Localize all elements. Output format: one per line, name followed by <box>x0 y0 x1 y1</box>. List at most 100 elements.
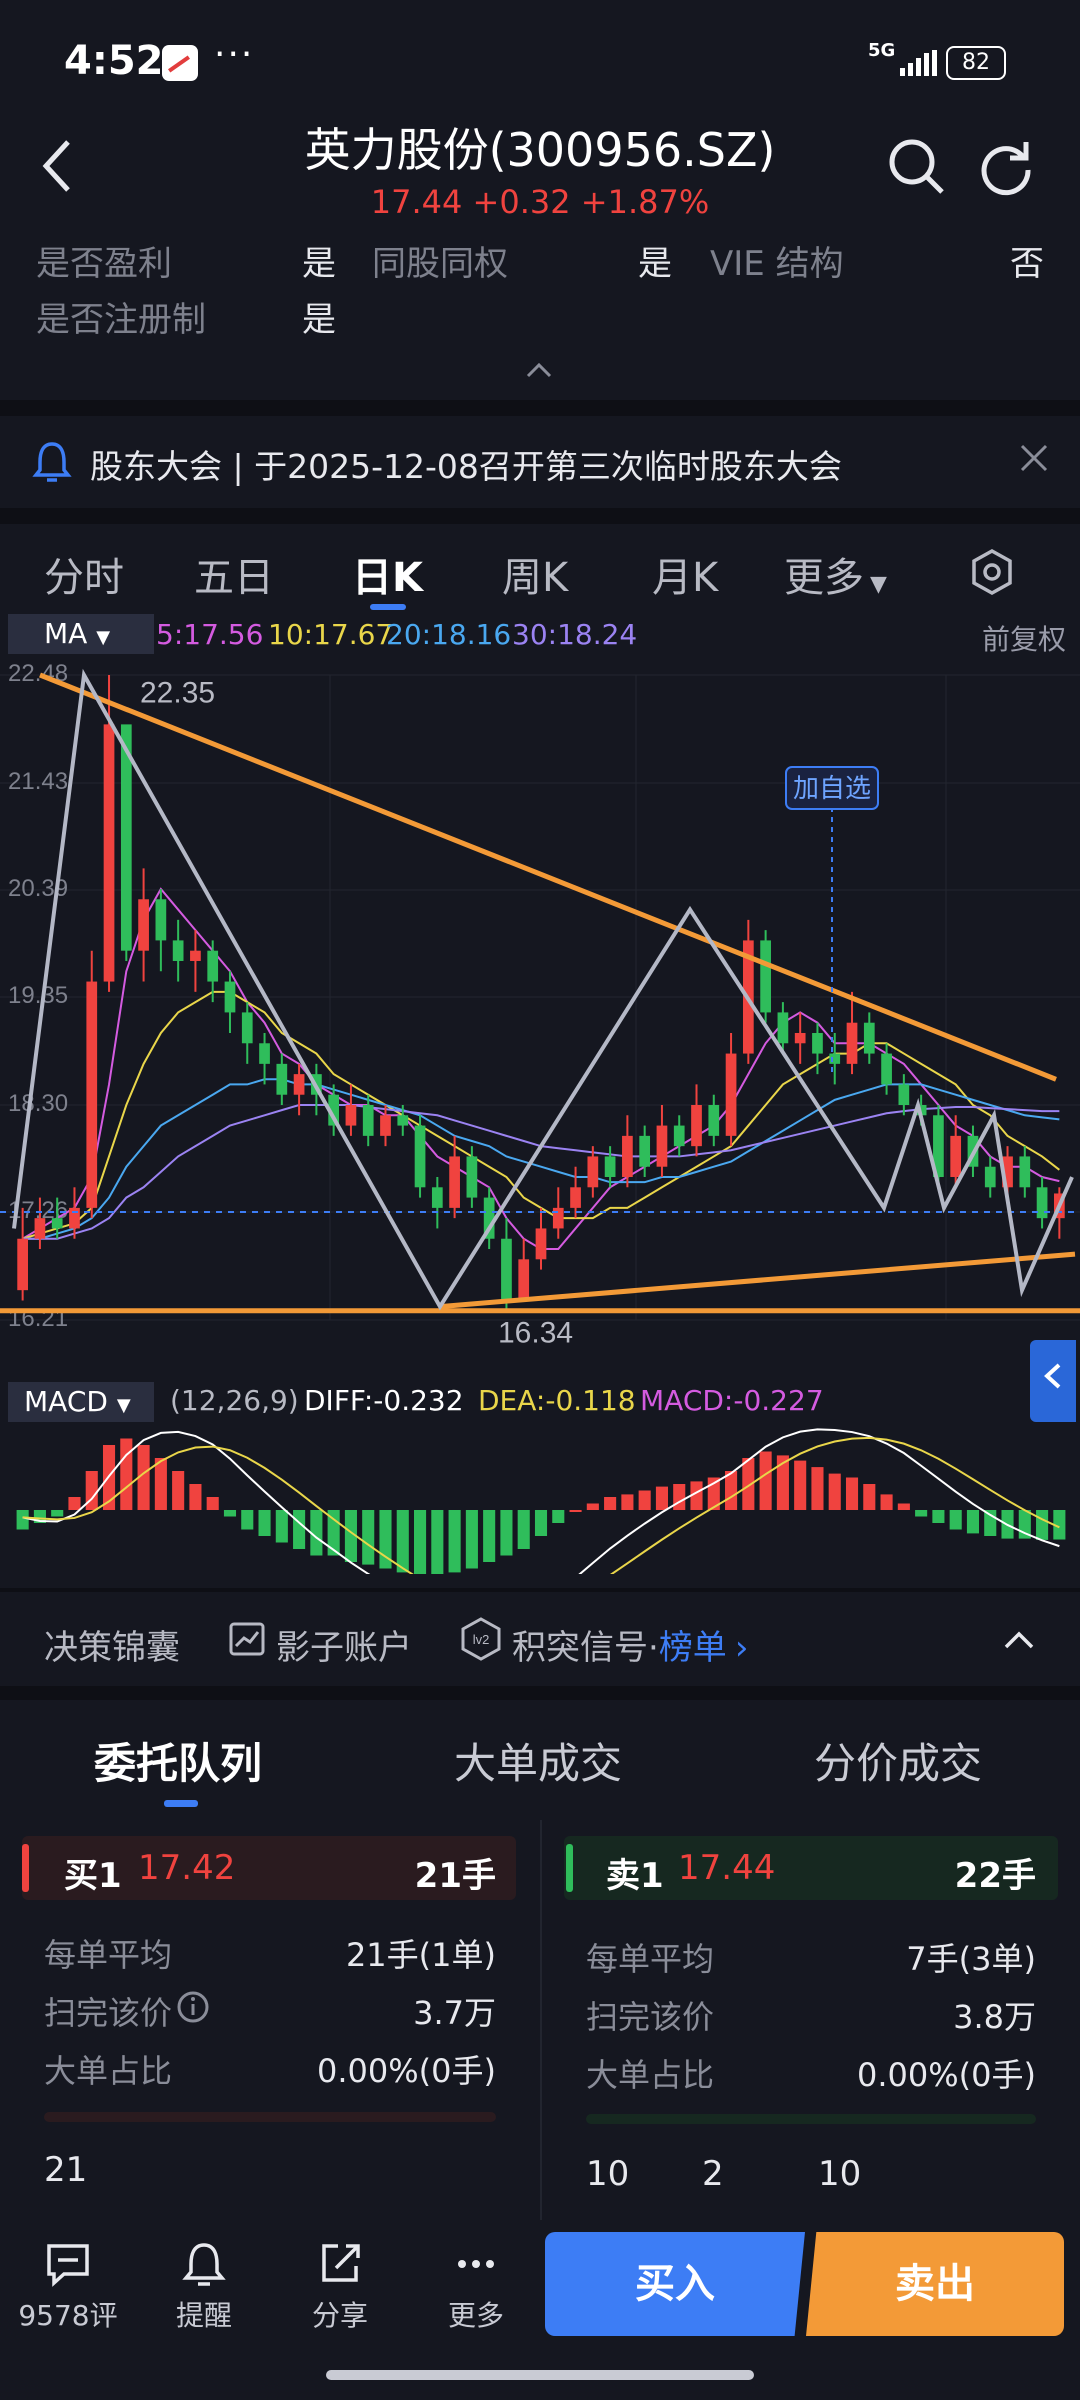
bid-label: 买1 <box>64 1856 122 1896</box>
candle-body <box>846 1022 858 1064</box>
candle-body <box>414 1125 426 1188</box>
tab-order-queue[interactable]: 委托队列 <box>94 1730 262 1791</box>
divider <box>0 1588 1080 1592</box>
tab-day-k[interactable]: 日K <box>352 545 423 603</box>
macd-bar <box>51 1510 64 1517</box>
macd-label: MACD <box>24 1385 108 1418</box>
ma-label: MA <box>44 617 88 650</box>
candle-body <box>829 1053 841 1064</box>
row-value: 0.00%(0手) <box>317 2052 496 2090</box>
macd-bar <box>223 1510 237 1517</box>
tab-underline <box>370 604 406 610</box>
candle-body <box>241 1012 253 1044</box>
candlestick-chart[interactable]: 22.4821.4320.3919.3518.3017.2616.212025-… <box>0 655 1080 1345</box>
macd-bar <box>483 1510 496 1562</box>
macd-bar <box>241 1510 254 1530</box>
candle-body <box>431 1187 443 1208</box>
chevron-up-icon[interactable] <box>524 360 554 380</box>
macd-selector[interactable]: MACD ▼ <box>8 1382 154 1422</box>
tab-month-k[interactable]: 月K <box>652 545 718 603</box>
y-tick-label: 21.43 <box>8 768 68 795</box>
candle-body <box>881 1053 892 1085</box>
chevron-up-icon[interactable] <box>1002 1630 1036 1650</box>
y-tick-label: 18.30 <box>8 1090 68 1117</box>
row-label: 大单占比 <box>586 2056 715 2094</box>
more-label[interactable]: 更多 <box>416 2294 536 2334</box>
candle-body <box>708 1105 720 1136</box>
lv2-icon: lv2 <box>461 1617 501 1661</box>
candle-body <box>172 940 184 961</box>
info-icon[interactable] <box>176 1990 210 2024</box>
search-icon[interactable] <box>886 136 946 196</box>
info-label: 是否盈利 <box>36 244 172 284</box>
candle-body <box>535 1228 547 1260</box>
macd-bar <box>655 1486 668 1510</box>
row-value: 7手(3单) <box>906 1940 1036 1978</box>
macd-bar <box>431 1510 444 1574</box>
candle-body <box>224 981 236 1013</box>
macd-bar <box>915 1510 928 1517</box>
settings-icon[interactable] <box>968 548 1016 596</box>
alert-label[interactable]: 提醒 <box>144 2294 264 2334</box>
info-label: VIE 结构 <box>710 244 844 284</box>
ma5-value: 5:17.56 <box>156 618 264 651</box>
svg-text:lv2: lv2 <box>473 1632 490 1647</box>
macd-bar <box>414 1510 427 1574</box>
share-icon[interactable] <box>316 2240 364 2288</box>
macd-bar <box>811 1467 824 1510</box>
high-price-label: 22.35 <box>140 676 215 709</box>
bell-icon[interactable] <box>180 2240 228 2288</box>
add-watchlist-label: 加自选 <box>793 773 871 803</box>
ma20-value: 20:18.16 <box>386 618 512 651</box>
ma-selector[interactable]: MA ▼ <box>8 614 154 654</box>
divider <box>0 508 1080 524</box>
decision-kit-link[interactable]: 决策锦囊 <box>44 1620 180 1669</box>
tab-intraday[interactable]: 分时 <box>44 545 124 603</box>
signal-link[interactable]: 积突信号·榜单 › <box>512 1620 748 1669</box>
tab-large-trades[interactable]: 大单成交 <box>454 1730 622 1791</box>
macd-bar <box>85 1471 98 1510</box>
info-label: 同股同权 <box>372 244 508 284</box>
row-value: 3.7万 <box>413 1994 496 2032</box>
candle-body <box>552 1207 564 1229</box>
candle-body <box>51 1218 63 1229</box>
macd-bar <box>673 1484 686 1510</box>
trendline-upper <box>39 672 1057 1082</box>
share-label[interactable]: 分享 <box>280 2294 400 2334</box>
adjust-mode[interactable]: 前复权 <box>982 618 1066 658</box>
bell-icon <box>32 442 72 482</box>
shadow-account-link[interactable]: 影子账户 <box>276 1620 412 1669</box>
macd-bar <box>500 1510 513 1556</box>
candle-body <box>362 1105 374 1136</box>
tab-week-k[interactable]: 周K <box>502 545 568 603</box>
tab-5day[interactable]: 五日 <box>194 545 274 603</box>
comments-label[interactable]: 9578评 <box>8 2294 128 2334</box>
candle-body <box>604 1156 616 1178</box>
ranking-link[interactable]: 榜单 <box>659 1628 727 1668</box>
buy-button[interactable]: 买入 <box>545 2232 805 2336</box>
bid-marker <box>22 1844 29 1892</box>
bid-queue-item: 21 <box>44 2150 88 2190</box>
ask-queue-item: 2 <box>702 2154 724 2194</box>
more-icon[interactable] <box>452 2240 500 2288</box>
candle-body <box>276 1063 288 1095</box>
close-icon[interactable] <box>1016 440 1052 476</box>
divider <box>540 1820 542 2220</box>
ask-label: 卖1 <box>606 1856 664 1896</box>
candle-body <box>259 1043 270 1064</box>
caret-down-icon: ▼ <box>116 1395 131 1416</box>
side-panel-tab[interactable] <box>1030 1340 1076 1422</box>
notice-text[interactable]: 股东大会 | 于2025-12-08召开第三次临时股东大会 <box>90 440 842 488</box>
macd-bar <box>534 1510 548 1536</box>
bid-ratio-bar <box>44 2112 496 2122</box>
comment-icon[interactable] <box>44 2240 92 2288</box>
candle-body <box>449 1156 460 1208</box>
candle-body <box>518 1259 530 1301</box>
candle-body <box>812 1032 823 1054</box>
tab-more[interactable]: 更多 ▼ <box>784 545 887 603</box>
x-tick-label: 2025-11 <box>589 1343 683 1345</box>
tab-price-trades[interactable]: 分价成交 <box>814 1730 982 1791</box>
candle-body <box>691 1105 702 1147</box>
sell-button[interactable]: 卖出 <box>806 2232 1064 2336</box>
refresh-icon[interactable] <box>976 136 1036 196</box>
